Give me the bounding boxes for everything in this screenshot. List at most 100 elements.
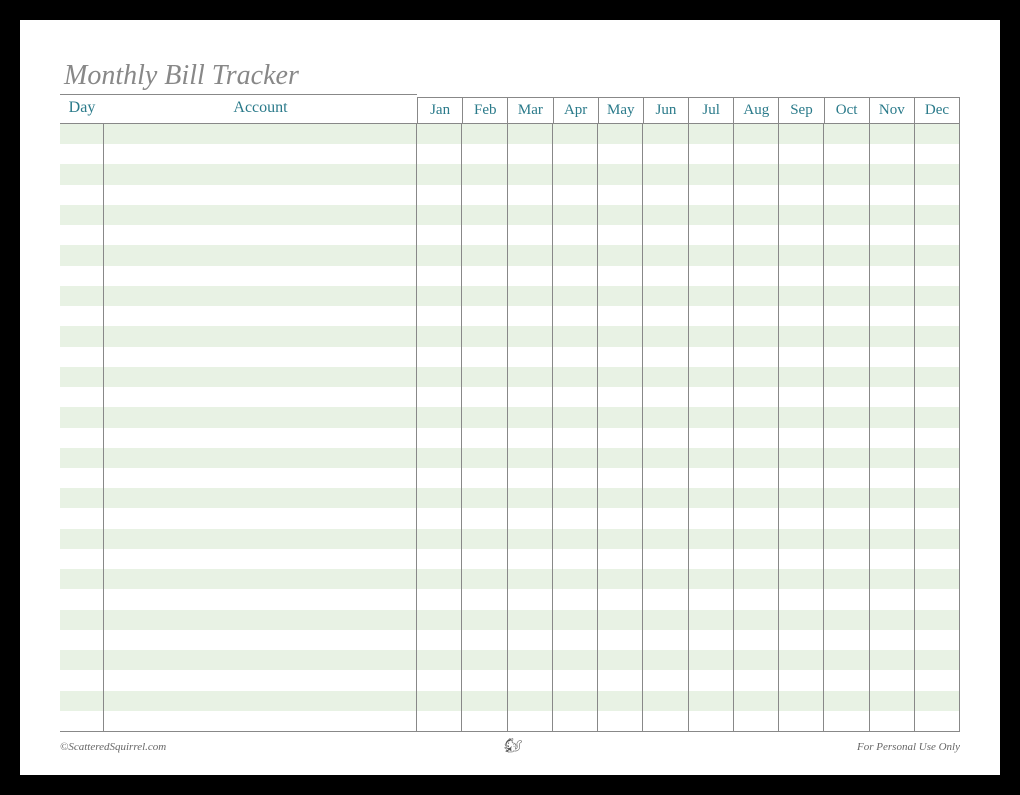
table-row [60,164,960,184]
month-cell [734,508,779,528]
month-cell [417,670,462,690]
account-cell [104,488,417,508]
month-cell [643,569,688,589]
month-cell [598,670,643,690]
table-row [60,428,960,448]
month-cell [598,407,643,427]
month-cell [553,266,598,286]
month-cell [915,508,960,528]
month-cell [643,670,688,690]
month-cell [824,266,869,286]
month-cell [508,670,553,690]
month-header-nov: Nov [869,98,914,123]
month-cell [915,306,960,326]
month-cell [734,185,779,205]
month-cell [824,286,869,306]
month-cell [689,205,734,225]
month-cell [689,306,734,326]
month-cell [643,428,688,448]
month-cell [870,347,915,367]
month-cell [462,488,507,508]
month-cell [689,124,734,144]
footer-copyright: ©ScatteredSquirrel.com [60,741,166,753]
day-cell [60,610,104,630]
day-cell [60,347,104,367]
months-header-row: Jan Feb Mar Apr May Jun Jul Aug Sep Oct … [417,97,960,123]
account-cell [104,468,417,488]
month-cell [462,691,507,711]
month-cell [553,569,598,589]
month-cell [915,225,960,245]
month-cell [915,529,960,549]
month-cell [734,630,779,650]
day-cell [60,508,104,528]
month-cell [417,347,462,367]
month-cell [915,711,960,731]
month-cell [643,508,688,528]
month-cell [779,468,824,488]
table-row [60,286,960,306]
month-cell [689,347,734,367]
table-row [60,468,960,488]
month-cell [824,164,869,184]
day-cell [60,266,104,286]
month-cell [915,387,960,407]
month-cell [689,670,734,690]
month-cell [462,205,507,225]
table-row [60,488,960,508]
month-cell [462,286,507,306]
month-cell [643,691,688,711]
month-cell [508,124,553,144]
month-cell [508,347,553,367]
table-row [60,306,960,326]
month-cell [734,144,779,164]
month-cell [643,185,688,205]
table-row [60,529,960,549]
month-cell [553,711,598,731]
month-cell [462,225,507,245]
table-row [60,711,960,731]
month-cell [824,670,869,690]
table-row [60,630,960,650]
month-cell [417,448,462,468]
month-cell [734,448,779,468]
month-cell [870,468,915,488]
month-cell [553,306,598,326]
month-cell [824,428,869,448]
month-cell [553,589,598,609]
account-cell [104,691,417,711]
month-cell [417,711,462,731]
account-cell [104,326,417,346]
month-cell [734,428,779,448]
month-cell [734,711,779,731]
month-cell [553,650,598,670]
month-cell [734,569,779,589]
month-cell [689,286,734,306]
day-cell [60,549,104,569]
month-cell [417,225,462,245]
month-cell [417,205,462,225]
day-cell [60,407,104,427]
table-row [60,670,960,690]
account-cell [104,205,417,225]
month-cell [417,508,462,528]
month-cell [553,549,598,569]
month-cell [915,488,960,508]
day-cell [60,144,104,164]
month-cell [915,670,960,690]
account-cell [104,306,417,326]
month-cell [779,225,824,245]
month-cell [598,610,643,630]
month-header-jun: Jun [643,98,688,123]
month-cell [508,549,553,569]
account-cell [104,367,417,387]
month-cell [462,711,507,731]
month-header-aug: Aug [733,98,778,123]
month-cell [824,387,869,407]
month-cell [870,569,915,589]
month-cell [734,225,779,245]
month-header-mar: Mar [507,98,552,123]
month-cell [779,589,824,609]
month-cell [508,245,553,265]
month-cell [689,468,734,488]
